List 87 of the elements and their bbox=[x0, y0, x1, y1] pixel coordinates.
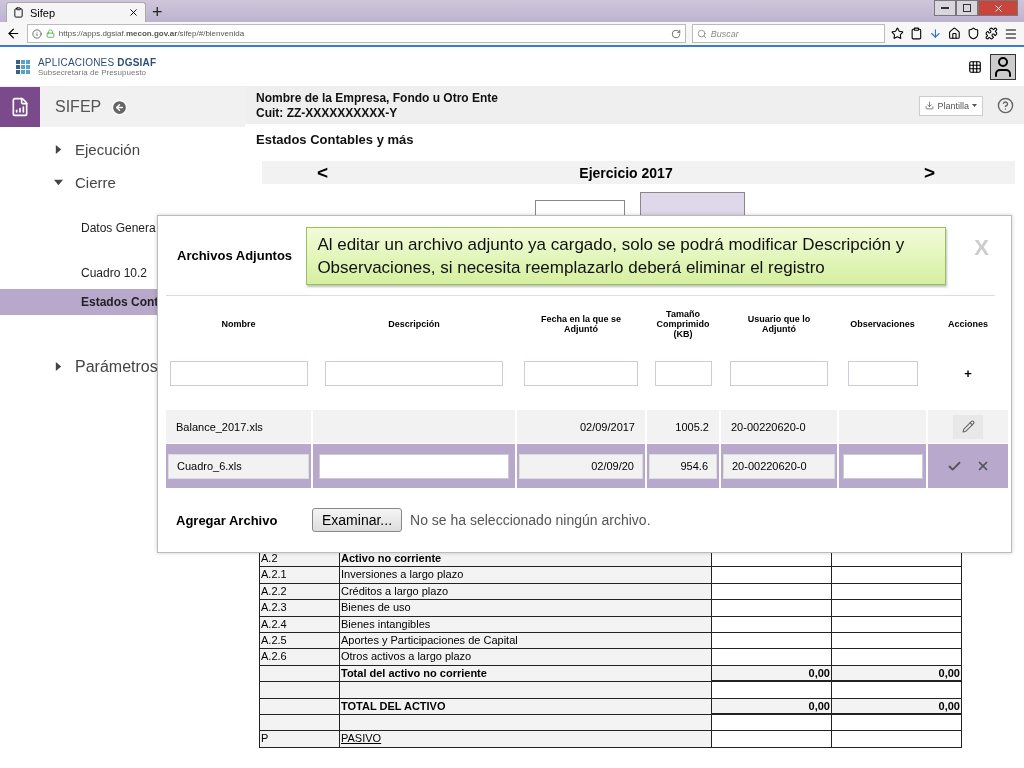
column-header: Usuario que lo Adjuntó bbox=[746, 313, 812, 337]
address-field[interactable]: https://apps.dgsiaf.mecon.gov.ar/sifep/#/bienvenida bbox=[26, 24, 686, 43]
pencil-icon bbox=[961, 420, 975, 434]
search-icon bbox=[696, 28, 707, 39]
logo-icon bbox=[16, 59, 30, 74]
column-header: Observaciones bbox=[849, 318, 916, 332]
observations-field[interactable] bbox=[842, 453, 923, 479]
logo-title: APLICACIONES DGSIAF bbox=[38, 56, 157, 68]
table-cell: 02/09/2017 bbox=[579, 420, 635, 433]
sidebar-item[interactable]: Ejecución bbox=[75, 141, 141, 158]
download-icon[interactable] bbox=[928, 27, 942, 40]
user-field: 20-00220620-0 bbox=[723, 453, 835, 479]
date-field: 02/09/20 bbox=[519, 453, 643, 479]
filter-field[interactable] bbox=[654, 360, 712, 386]
column-header: Tamaño Comprimido (KB) bbox=[655, 308, 711, 342]
table-cell: 1005.2 bbox=[675, 420, 709, 433]
filter-field[interactable] bbox=[169, 360, 308, 386]
info-icon[interactable] bbox=[31, 28, 42, 39]
template-button[interactable]: Plantilla bbox=[919, 95, 983, 116]
collapse-icon[interactable] bbox=[111, 98, 129, 116]
sidebar-item[interactable]: Cierre bbox=[75, 174, 116, 191]
page-icon bbox=[13, 7, 24, 18]
column-header: Fecha en la que se Adjuntó bbox=[539, 313, 622, 337]
edit-button[interactable] bbox=[953, 414, 983, 439]
filter-field[interactable] bbox=[524, 360, 638, 386]
caret-icon bbox=[972, 103, 977, 108]
next-year-button[interactable]: > bbox=[923, 161, 935, 184]
prev-year-button[interactable]: < bbox=[317, 161, 329, 184]
maximize-button[interactable] bbox=[956, 0, 978, 16]
browse-button[interactable]: Examinar... bbox=[312, 508, 403, 532]
close-icon[interactable] bbox=[128, 7, 139, 18]
code-cell: P bbox=[260, 731, 340, 748]
table-cell: PASIVO bbox=[340, 731, 712, 748]
description-field[interactable] bbox=[318, 453, 510, 479]
menu-icon[interactable] bbox=[1004, 26, 1019, 41]
lock-icon bbox=[45, 29, 55, 38]
cuit-label: Cuit: ZZ-XXXXXXXXXX-Y bbox=[256, 105, 399, 121]
year-label: Ejercicio 2017 bbox=[579, 164, 673, 181]
puzzle-icon[interactable] bbox=[985, 27, 999, 40]
code-cell: A.2.1 bbox=[260, 567, 340, 584]
apps-grid-icon[interactable] bbox=[968, 59, 982, 74]
filter-field[interactable] bbox=[325, 360, 503, 386]
add-button[interactable]: + bbox=[958, 364, 978, 382]
reload-icon[interactable] bbox=[670, 28, 681, 39]
logo-subtitle: Subsecretaría de Presupuesto bbox=[38, 67, 148, 77]
entity-name: Nombre de la Empresa, Fondo u Otro Ente bbox=[256, 90, 499, 106]
table-cell: 20-00220620-0 bbox=[731, 420, 806, 433]
filter-field[interactable] bbox=[847, 360, 918, 386]
minimize-button[interactable] bbox=[934, 0, 956, 16]
no-file-text: No se ha seleccionado ningún archivo. bbox=[410, 512, 651, 528]
dialog-title: Archivos Adjuntos bbox=[176, 248, 294, 263]
caret-down-icon[interactable] bbox=[54, 178, 63, 187]
sidebar-title: SIFEP bbox=[55, 98, 102, 116]
avatar-icon[interactable] bbox=[990, 53, 1016, 80]
new-tab-button[interactable]: + bbox=[152, 2, 163, 22]
home-icon[interactable] bbox=[947, 27, 961, 40]
notice-tooltip: Al editar un archivo adjunto ya cargado, solo se podrá modificar Descripción y Observaciones, si necesita reemplazarlo deberá eliminar el registro bbox=[306, 226, 947, 285]
help-icon[interactable] bbox=[997, 97, 1014, 114]
clipboard-icon[interactable] bbox=[910, 27, 923, 40]
attach-label: Agregar Archivo bbox=[176, 512, 279, 528]
back-icon[interactable] bbox=[6, 26, 21, 41]
code-cell: A.2.3 bbox=[260, 600, 340, 617]
star-icon[interactable] bbox=[891, 27, 905, 40]
caret-right-icon[interactable] bbox=[54, 362, 63, 371]
minimize-icon bbox=[941, 6, 949, 10]
column-header: Nombre bbox=[220, 318, 257, 332]
browser-tab[interactable]: Sifep bbox=[6, 2, 146, 22]
shield-icon[interactable] bbox=[966, 27, 980, 40]
search-field[interactable]: Buscar bbox=[691, 24, 886, 43]
download-icon bbox=[925, 101, 935, 110]
table-cell: Otros activos a largo plazo bbox=[340, 649, 712, 666]
maximize-icon bbox=[963, 4, 971, 12]
filter-field[interactable] bbox=[730, 360, 828, 386]
name-field: Cuadro_6.xls bbox=[168, 453, 309, 479]
section-title: Estados Contables y más bbox=[256, 132, 415, 147]
table-cell: Inversiones a largo plazo bbox=[340, 567, 712, 584]
close-icon bbox=[992, 2, 1004, 14]
sidebar-item[interactable]: Parámetros bbox=[75, 357, 158, 376]
column-header: Acciones bbox=[947, 318, 989, 332]
caret-right-icon[interactable] bbox=[54, 145, 63, 154]
tab-title: Sifep bbox=[30, 6, 56, 19]
size-field: 954.6 bbox=[649, 453, 717, 479]
code-cell: A.2.6 bbox=[260, 649, 340, 666]
table-cell: Bienes de uso bbox=[340, 600, 712, 617]
table-cell: Balance_2017.xls bbox=[176, 420, 263, 433]
chart-file-icon bbox=[10, 97, 30, 117]
column-header: Descripción bbox=[387, 318, 441, 332]
